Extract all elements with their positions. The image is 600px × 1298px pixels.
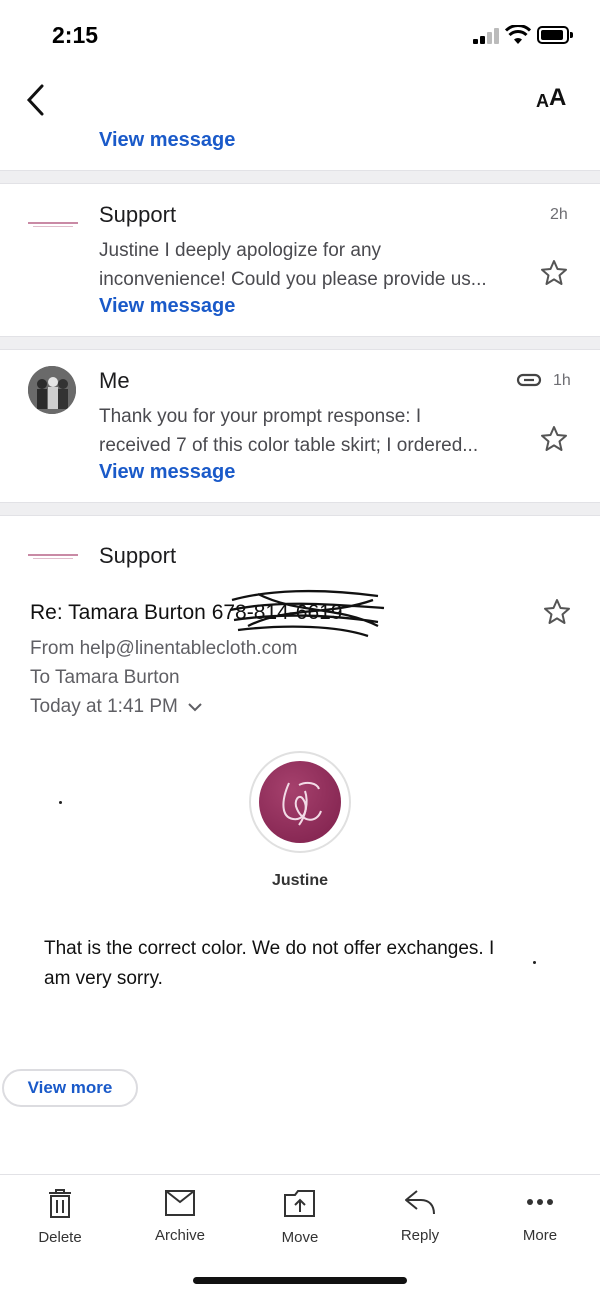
avatar bbox=[28, 366, 76, 414]
message-snippet: Justine I deeply apologize for any incon… bbox=[99, 240, 487, 290]
to-line: To Tamara Burton bbox=[30, 667, 180, 688]
reply-button[interactable]: Reply bbox=[370, 1187, 470, 1244]
view-message-link[interactable]: View message bbox=[99, 461, 235, 484]
battery-icon bbox=[537, 26, 573, 44]
view-more-button[interactable]: View more bbox=[2, 1069, 138, 1107]
attachment-icon bbox=[516, 373, 542, 387]
more-icon bbox=[527, 1199, 553, 1205]
view-message-link[interactable]: View message bbox=[99, 129, 235, 152]
status-time: 2:15 bbox=[52, 22, 99, 48]
nav-bar: A A bbox=[0, 70, 600, 130]
sender-name: Support bbox=[99, 543, 177, 568]
signature-logo bbox=[249, 751, 351, 853]
sender-name: Me bbox=[99, 368, 130, 393]
divider bbox=[0, 170, 600, 184]
text-size-button[interactable]: A A bbox=[536, 84, 572, 116]
wifi-icon bbox=[505, 25, 531, 44]
back-icon[interactable] bbox=[22, 80, 52, 120]
trash-icon bbox=[49, 1189, 71, 1218]
linen-tablecloth-logo bbox=[28, 554, 78, 559]
archive-icon bbox=[165, 1190, 195, 1216]
stray-dot bbox=[533, 961, 536, 964]
move-icon bbox=[284, 1190, 315, 1217]
cellular-signal-icon bbox=[473, 28, 501, 44]
sender-name: Support bbox=[99, 202, 177, 227]
view-message-link[interactable]: View message bbox=[99, 295, 235, 318]
reply-icon bbox=[405, 1190, 435, 1215]
move-button[interactable]: Move bbox=[250, 1187, 350, 1246]
message-time: 1h bbox=[553, 372, 571, 389]
redaction-scribble bbox=[229, 589, 385, 638]
signature-name: Justine bbox=[271, 872, 328, 889]
star-icon[interactable] bbox=[539, 424, 569, 454]
stray-dot bbox=[59, 801, 62, 804]
status-bar: 2:15 bbox=[0, 0, 600, 70]
from-line: From help@linentablecloth.com bbox=[30, 638, 298, 659]
delete-button[interactable]: Delete bbox=[10, 1187, 110, 1246]
divider bbox=[0, 336, 600, 350]
thread-item[interactable]: Me 1h Thank you for your prompt response… bbox=[0, 350, 600, 502]
home-indicator[interactable] bbox=[193, 1277, 407, 1284]
date-line[interactable]: Today at 1:41 PM bbox=[30, 696, 203, 718]
chevron-down-icon bbox=[188, 703, 202, 712]
thread-item[interactable]: Support 2h Justine I deeply apologize fo… bbox=[0, 184, 600, 336]
divider bbox=[0, 502, 600, 516]
more-button[interactable]: More bbox=[490, 1187, 590, 1244]
archive-button[interactable]: Archive bbox=[130, 1187, 230, 1244]
message-snippet: Thank you for your prompt response: I re… bbox=[99, 406, 479, 456]
message-body: That is the correct color. We do not off… bbox=[44, 938, 495, 989]
star-icon[interactable] bbox=[539, 258, 569, 288]
linen-tablecloth-logo bbox=[28, 222, 78, 227]
message-time: 2h bbox=[550, 206, 568, 223]
star-icon[interactable] bbox=[542, 597, 572, 627]
